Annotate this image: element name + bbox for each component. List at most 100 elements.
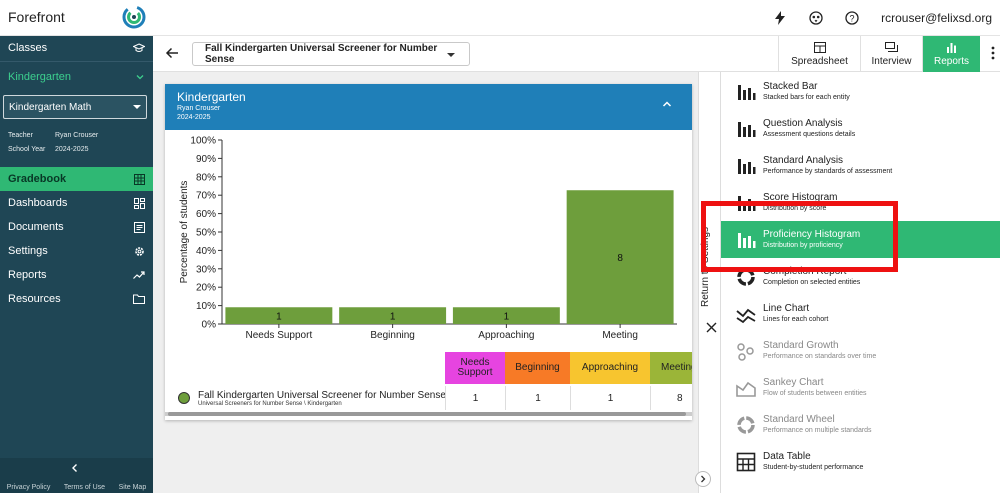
svg-text:?: ? (850, 13, 855, 23)
chevron-down-icon (136, 75, 144, 80)
report-type-correlation-statistics[interactable]: Correlation Statistics (721, 480, 1000, 493)
class-select-value: Kindergarten Math (9, 101, 92, 113)
line-chart-icon (736, 308, 756, 323)
sidebar-item-label: Settings (8, 245, 48, 257)
sidebar-item-dashboards[interactable]: Dashboards (0, 191, 153, 215)
report-type-question-analysis[interactable]: Question Analysis Assessment questions de… (721, 110, 1000, 147)
table-row-name[interactable]: Fall Kindergarten Universal Screener for… (178, 386, 446, 410)
report-type-sankey-chart[interactable]: Sankey Chart Flow of students between ent… (721, 369, 1000, 406)
card-teacher: Ryan Crouser (177, 105, 221, 112)
assessment-select[interactable]: Fall Kindergarten Universal Screener for… (192, 42, 470, 66)
report-type-text: Sankey Chart Flow of students between ent… (763, 377, 867, 398)
bar-value-label: 1 (504, 312, 510, 323)
y-tick-label: 0% (202, 320, 217, 331)
report-type-desc: Completion on selected entities (763, 279, 861, 286)
sidebar-item-label: Documents (8, 221, 64, 233)
x-tick-label: Approaching (478, 330, 534, 341)
top-bar: Forefront ? rcrouser@felixsd.org (0, 0, 1000, 36)
sidebar-item-label: Resources (8, 293, 61, 305)
table-icon (736, 452, 756, 471)
sidebar-bottom: Privacy Policy Terms of Use Site Map (0, 458, 153, 493)
y-tick-label: 70% (196, 191, 216, 202)
report-type-line-chart[interactable]: Line Chart Lines for each cohort (721, 295, 1000, 332)
sidebar-item-resources[interactable]: Resources (0, 287, 153, 311)
sidebar-item-reports[interactable]: Reports (0, 263, 153, 287)
sitemap-link[interactable]: Site Map (119, 484, 147, 491)
y-tick-label: 80% (196, 172, 216, 183)
privacy-link[interactable]: Privacy Policy (7, 484, 51, 491)
tab-interview[interactable]: Interview (860, 36, 922, 72)
x-tick-label: Needs Support (246, 330, 313, 341)
expand-panel-button[interactable] (695, 471, 711, 487)
sidebar-item-classes[interactable]: Classes (0, 36, 153, 60)
bolt-icon[interactable] (773, 11, 787, 25)
report-type-label: Standard Wheel (763, 414, 835, 425)
assessment-select-value: Fall Kindergarten Universal Screener for… (205, 43, 438, 65)
top-actions: ? rcrouser@felixsd.org (773, 0, 992, 36)
card-header[interactable]: Kindergarten Ryan Crouser 2024-2025 (165, 84, 692, 130)
sidebar-item-gradebook[interactable]: Gradebook (0, 167, 153, 191)
report-type-label: Line Chart (763, 303, 810, 314)
brand-name[interactable]: Forefront (8, 9, 65, 25)
report-type-desc: Flow of students between entities (763, 390, 867, 397)
report-type-label: Standard Growth (763, 340, 839, 351)
tab-label: Interview (871, 55, 912, 67)
terms-link[interactable]: Terms of Use (64, 484, 105, 491)
report-type-desc: Student-by-student performance (763, 464, 864, 471)
collapse-sidebar-icon[interactable] (70, 463, 80, 473)
caret-down-icon (447, 53, 455, 57)
report-type-standard-growth[interactable]: Standard Growth Performance on standards … (721, 332, 1000, 369)
sidebar-footer: Privacy Policy Terms of Use Site Map (0, 481, 153, 493)
status-dot-icon (178, 392, 190, 404)
correlation-icon (735, 488, 757, 493)
card-title: Kindergarten (177, 90, 246, 104)
return-to-settings-strip[interactable]: Return to Settings (698, 72, 720, 493)
x-tick-label: Meeting (602, 330, 638, 341)
sidebar-item-settings[interactable]: Settings (0, 239, 153, 263)
report-type-standard-analysis[interactable]: Standard Analysis Performance by standard… (721, 147, 1000, 184)
help-icon[interactable]: ? (845, 11, 859, 25)
report-type-desc: Lines for each cohort (763, 316, 829, 323)
brand-logo-icon[interactable] (122, 5, 146, 29)
y-tick-label: 20% (196, 283, 216, 294)
more-options-icon[interactable] (991, 46, 995, 60)
table-header-meeting: Meeting (650, 352, 692, 384)
sub-toolbar: Fall Kindergarten Universal Screener for… (153, 36, 1000, 72)
tab-reports[interactable]: Reports (922, 36, 980, 72)
bar-chart-icon (947, 42, 956, 53)
table-scrollbar[interactable] (165, 412, 692, 416)
table-header-approaching: Approaching (570, 352, 650, 384)
report-type-label: Stacked Bar (763, 81, 818, 92)
class-select[interactable]: Kindergarten Math (3, 95, 147, 119)
scrollbar-thumb[interactable] (168, 412, 686, 416)
table-cell: 8 (650, 386, 692, 410)
school-year-value: 2024-2025 (55, 146, 89, 153)
report-type-desc: Performance on multiple standards (763, 427, 872, 434)
sidebar-item-kindergarten[interactable]: Kindergarten (0, 65, 153, 89)
teacher-row: Teacher Ryan Crouser (8, 132, 98, 139)
card-year: 2024-2025 (177, 114, 211, 121)
y-tick-label: 60% (196, 209, 216, 220)
table-cell: 1 (570, 386, 650, 410)
bar-value-label: 1 (390, 312, 396, 323)
y-axis-label: Percentage of students (179, 181, 190, 284)
gear-icon (135, 246, 144, 256)
sidebar-item-label: Dashboards (8, 197, 68, 209)
report-type-stacked-bar[interactable]: Stacked Bar Stacked bars for each entity (721, 73, 1000, 110)
grid-icon (134, 173, 145, 185)
report-type-text: Standard Growth Performance on standards … (763, 340, 876, 361)
proficiency-table: Needs Support Beginning Approaching Meet… (165, 352, 692, 412)
close-icon[interactable] (706, 322, 717, 333)
sidebar-item-documents[interactable]: Documents (0, 215, 153, 239)
proficiency-chart: 0% 10% 20% 30% 40% 50% 60% 70% 80% 90% 100% Percent… (165, 130, 692, 350)
user-email[interactable]: rcrouser@felixsd.org (881, 11, 992, 25)
teacher-value: Ryan Crouser (55, 132, 99, 139)
report-type-standard-wheel[interactable]: Standard Wheel Performance on multiple st… (721, 406, 1000, 443)
y-tick-label: 90% (196, 154, 216, 165)
chevron-up-icon[interactable] (662, 100, 672, 108)
y-tick-label: 30% (196, 264, 216, 275)
owl-icon[interactable] (809, 11, 823, 25)
report-type-data-table[interactable]: Data Table Student-by-student performance (721, 443, 1000, 480)
back-arrow-icon[interactable] (165, 46, 179, 60)
tab-spreadsheet[interactable]: Spreadsheet (778, 36, 860, 72)
